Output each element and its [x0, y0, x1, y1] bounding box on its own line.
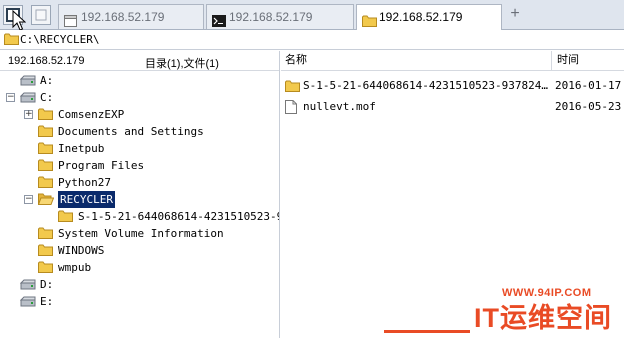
window-icon — [64, 11, 77, 29]
tab-terminal[interactable]: 192.168.52.179 — [206, 4, 354, 29]
tab-remote-desktop[interactable]: 192.168.52.179 — [58, 4, 204, 29]
drive-icon — [19, 91, 36, 108]
tab-bar: 192.168.52.179 192.168.52.179 192.168.52… — [0, 0, 624, 31]
add-tab-button[interactable]: + — [508, 6, 522, 22]
tree-item-label: Python27 — [58, 176, 111, 189]
mouse-cursor-icon — [12, 10, 26, 31]
tab-label: 192.168.52.179 — [379, 10, 463, 24]
tree-item-label: WINDOWS — [58, 244, 105, 257]
path-bar[interactable]: C:\RECYCLER\ — [0, 30, 624, 50]
host-address: 192.168.52.179 — [8, 55, 85, 67]
drive-icon — [19, 295, 36, 312]
folder-icon — [38, 159, 53, 176]
watermark-bar — [384, 330, 470, 333]
expand-icon[interactable]: + — [24, 110, 33, 119]
folder-icon — [38, 125, 53, 142]
column-header-time[interactable]: 时间 — [557, 51, 579, 71]
file-icon — [285, 100, 297, 121]
tree-item-label: ComsenzEXP — [58, 108, 125, 121]
file-name: S-1-5-21-644068614-4231510523-937824300.… — [303, 79, 551, 92]
tree-item-label: wmpub — [58, 261, 92, 274]
folder-icon — [38, 227, 53, 244]
tree-item-label: S-1-5-21-644068614-4231510523-9378 — [78, 210, 279, 223]
tab-file-manager[interactable]: 192.168.52.179 — [356, 4, 502, 31]
tree-item-label: System Volume Information — [58, 227, 224, 240]
file-time: 2016-01-17 1 — [555, 79, 624, 92]
tree-item-label: Inetpub — [58, 142, 105, 155]
terminal-icon — [212, 11, 226, 29]
folder-icon — [38, 142, 53, 159]
watermark-url: WWW.94IP.COM — [502, 287, 592, 299]
folder-icon — [285, 79, 300, 99]
folder-icon — [38, 108, 53, 125]
tree-item-label: D: — [40, 278, 54, 291]
column-separator[interactable] — [551, 51, 552, 71]
tab-label: 192.168.52.179 — [229, 10, 313, 24]
tree-item-label: A: — [40, 74, 54, 87]
tree-header: 192.168.52.179 目录(1),文件(1) — [0, 51, 279, 71]
collapse-icon[interactable]: − — [24, 195, 33, 204]
item-counts: 目录(1),文件(1) — [145, 58, 219, 70]
new-window-button[interactable] — [31, 5, 51, 25]
folder-icon — [38, 244, 53, 261]
tree-item-label: RECYCLER — [58, 191, 115, 208]
file-time: 2016-05-23 ( — [555, 100, 624, 113]
column-header-name[interactable]: 名称 — [285, 51, 307, 71]
tree-item-label: Documents and Settings — [58, 125, 204, 138]
file-row[interactable]: S-1-5-21-644068614-4231510523-937824300.… — [281, 76, 624, 96]
collapse-icon[interactable]: − — [6, 93, 15, 102]
directory-tree-pane: 192.168.52.179 目录(1),文件(1) A: − C: + Comsenz… — [0, 51, 280, 338]
watermark-brand: IT运维空间 — [474, 303, 612, 333]
tree-item-label: C: — [40, 91, 54, 104]
folder-icon — [4, 33, 19, 48]
tab-label: 192.168.52.179 — [81, 10, 165, 24]
folder-icon — [362, 11, 377, 31]
drive-icon — [19, 278, 36, 295]
file-name: nullevt.mof — [303, 100, 376, 113]
drive-icon — [19, 74, 36, 91]
open-folder-icon — [37, 193, 55, 210]
folder-icon — [38, 176, 53, 193]
file-row[interactable]: nullevt.mof 2016-05-23 ( — [281, 97, 624, 117]
current-path: C:\RECYCLER\ — [20, 33, 100, 46]
window-icon — [35, 9, 47, 21]
tree-item-label: Program Files — [58, 159, 145, 172]
tree-item-label: E: — [40, 295, 54, 308]
